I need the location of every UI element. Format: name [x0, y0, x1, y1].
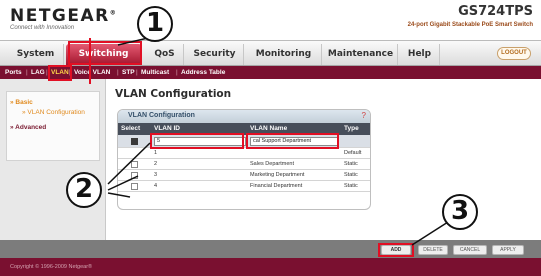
step-1-badge: 1	[137, 6, 173, 42]
step-3-badge: 3	[442, 194, 478, 230]
annotation-connectors	[107, 37, 449, 246]
step-2-badge: 2	[66, 172, 102, 208]
